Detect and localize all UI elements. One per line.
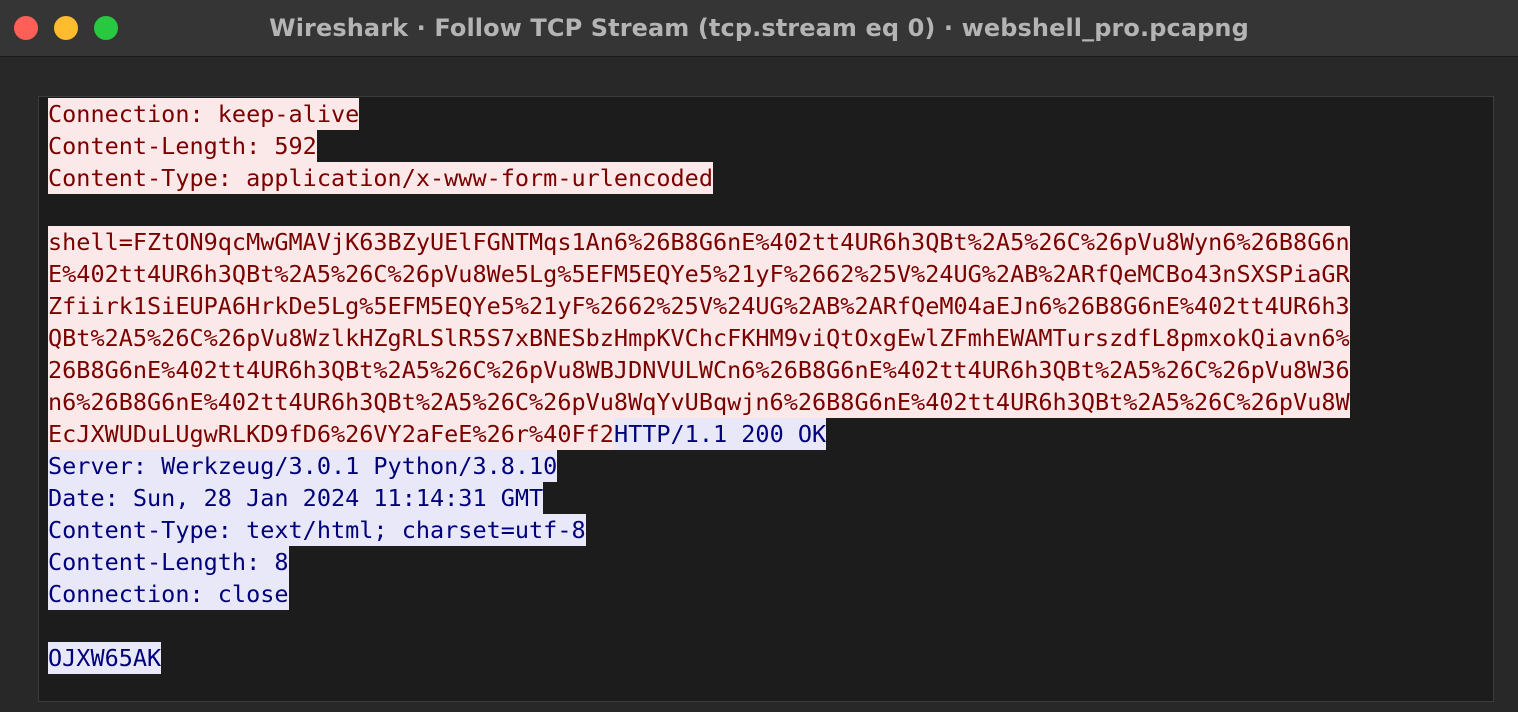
- server-stream-text: Connection: close: [48, 578, 289, 610]
- window-title: Wireshark · Follow TCP Stream (tcp.strea…: [269, 14, 1249, 42]
- stream-line: shell=FZtON9qcMwGMAVjK63BZyUElFGNTMqs1An…: [48, 226, 1350, 258]
- stream-line: Server: Werkzeug/3.0.1 Python/3.8.10: [48, 450, 1350, 482]
- client-stream-text: Connection: keep-alive: [48, 98, 360, 130]
- stream-line: Content-Length: 592: [48, 130, 1350, 162]
- stream-line: [48, 610, 1350, 642]
- client-stream-text: E%402tt4UR6h3QBt%2A5%26C%26pVu8We5Lg%5EF…: [48, 258, 1350, 290]
- stream-line: E%402tt4UR6h3QBt%2A5%26C%26pVu8We5Lg%5EF…: [48, 258, 1350, 290]
- stream-line: Connection: close: [48, 578, 1350, 610]
- stream-line: n6%26B8G6nE%402tt4UR6h3QBt%2A5%26C%26pVu…: [48, 386, 1350, 418]
- stream-line: Zfiirk1SiEUPA6HrkDe5Lg%5EFM5EQYe5%21yF%2…: [48, 290, 1350, 322]
- stream-line: [48, 194, 1350, 226]
- wireshark-follow-stream-window: Wireshark · Follow TCP Stream (tcp.strea…: [0, 0, 1518, 712]
- server-stream-text: Date: Sun, 28 Jan 2024 11:14:31 GMT: [48, 482, 544, 514]
- stream-line: Content-Length: 8: [48, 546, 1350, 578]
- client-stream-text: 26B8G6nE%402tt4UR6h3QBt%2A5%26C%26pVu8WB…: [48, 354, 1350, 386]
- client-stream-text: Content-Type: application/x-www-form-url…: [48, 162, 713, 194]
- stream-line: OJXW65AK: [48, 642, 1350, 674]
- stream-line: Date: Sun, 28 Jan 2024 11:14:31 GMT: [48, 482, 1350, 514]
- server-stream-text: Content-Length: 8: [48, 546, 289, 578]
- server-stream-text: OJXW65AK: [48, 642, 162, 674]
- client-stream-text: shell=FZtON9qcMwGMAVjK63BZyUElFGNTMqs1An…: [48, 226, 1350, 258]
- client-stream-text: EcJXWUDuLUgwRLKD9fD6%26VY2aFeE%26r%40Ff2: [48, 418, 614, 450]
- stream-line: QBt%2A5%26C%26pVu8WzlkHZgRLSlR5S7xBNESbz…: [48, 322, 1350, 354]
- stream-line: Content-Type: text/html; charset=utf-8: [48, 514, 1350, 546]
- stream-line: 26B8G6nE%402tt4UR6h3QBt%2A5%26C%26pVu8WB…: [48, 354, 1350, 386]
- server-stream-text: Content-Type: text/html; charset=utf-8: [48, 514, 586, 546]
- client-stream-text: QBt%2A5%26C%26pVu8WzlkHZgRLSlR5S7xBNESbz…: [48, 322, 1350, 354]
- tcp-stream-content-pane[interactable]: Connection: keep-alive Content-Length: 59…: [38, 96, 1494, 702]
- stream-line: Content-Type: application/x-www-form-url…: [48, 162, 1350, 194]
- server-stream-text: HTTP/1.1 200 OK: [613, 418, 827, 450]
- stream-line: EcJXWUDuLUgwRLKD9fD6%26VY2aFeE%26r%40Ff2…: [48, 418, 1350, 450]
- stream-text[interactable]: Connection: keep-alive Content-Length: 59…: [48, 98, 1350, 674]
- server-stream-text: Server: Werkzeug/3.0.1 Python/3.8.10: [48, 450, 558, 482]
- client-stream-text: Content-Length: 592: [48, 130, 317, 162]
- client-stream-text: n6%26B8G6nE%402tt4UR6h3QBt%2A5%26C%26pVu…: [48, 386, 1350, 418]
- title-bar[interactable]: Wireshark · Follow TCP Stream (tcp.strea…: [0, 0, 1518, 57]
- client-stream-text: Zfiirk1SiEUPA6HrkDe5Lg%5EFM5EQYe5%21yF%2…: [48, 290, 1350, 322]
- stream-line: Connection: keep-alive: [48, 98, 1350, 130]
